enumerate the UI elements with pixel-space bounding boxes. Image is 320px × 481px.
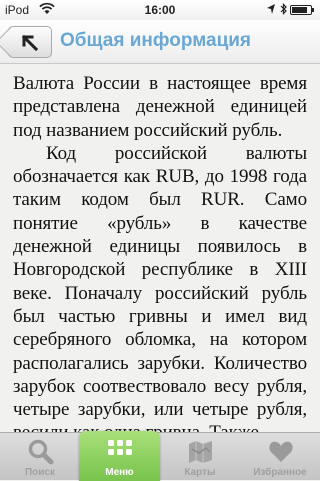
tab-favorites-label: Избранное	[253, 467, 307, 478]
map-icon	[189, 441, 212, 463]
heart-icon	[269, 441, 293, 462]
search-icon	[28, 439, 54, 465]
page-title: Общая информация	[60, 30, 252, 51]
battery-icon	[290, 5, 314, 15]
tab-favorites[interactable]: Избранное	[240, 433, 320, 481]
paragraph-1: Валюта России в настоящее время представ…	[13, 73, 307, 141]
tab-maps[interactable]: Карты	[160, 433, 240, 481]
tab-search-label: Поиск	[24, 467, 55, 478]
tab-maps-label: Карты	[184, 467, 216, 478]
bluetooth-icon	[280, 2, 287, 19]
navigation-bar: Общая информация	[0, 20, 320, 64]
paragraph-2: Код российской валюты обозначается как R…	[13, 142, 307, 432]
tab-bar: Поиск Меню Карты Избранное	[0, 431, 320, 481]
article-content[interactable]: Валюта России в настоящее время представ…	[0, 64, 320, 432]
location-arrow-icon	[266, 3, 276, 18]
status-bar: iPod 16:00	[0, 0, 320, 20]
tab-search[interactable]: Поиск	[0, 433, 80, 481]
article-text: Валюта России в настоящее время представ…	[0, 64, 320, 432]
tab-menu-label: Меню	[105, 467, 134, 478]
back-arrow-icon	[21, 34, 39, 52]
back-button[interactable]	[8, 26, 52, 58]
tab-menu[interactable]: Меню	[79, 431, 160, 481]
grid-menu-icon	[108, 440, 132, 455]
